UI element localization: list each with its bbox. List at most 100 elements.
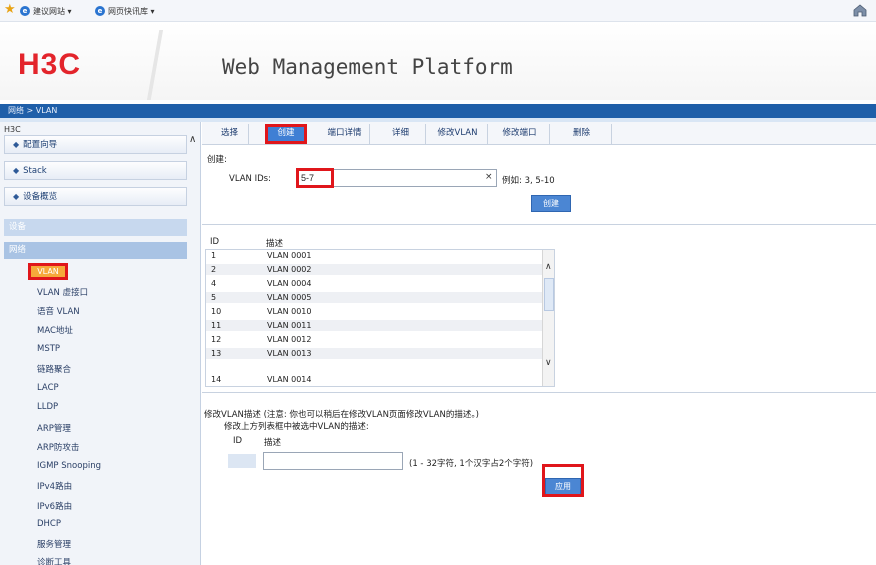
diamond-icon: ◆ [13, 192, 20, 201]
modify-description-title: 修改VLAN描述 (注意: 你也可以稍后在修改VLAN页面修改VLAN的描述。) [204, 410, 479, 420]
sidebar-item-vlan-interface[interactable]: VLAN 虚接口 [37, 286, 88, 298]
tab-modify-port[interactable]: 修改端口 [490, 124, 550, 144]
sidebar-item-mstp[interactable]: MSTP [37, 344, 60, 354]
list-item[interactable]: 13 VLAN 0013 [206, 348, 542, 359]
column-header-description: 描述 [266, 239, 284, 249]
scroll-up-icon[interactable]: ∧ [545, 262, 552, 272]
vlan-id: 12 [211, 335, 222, 344]
clear-input-icon[interactable]: × [485, 172, 493, 182]
header-decoration [140, 30, 170, 100]
vlan-list-scrollbar[interactable]: ∧ ∨ [542, 250, 554, 386]
sidebar-item-stack[interactable]: ◆ Stack [4, 161, 187, 180]
list-item[interactable]: 1 VLAN 0001 [206, 250, 542, 261]
sidebar-collapse-icon[interactable]: ∧ [189, 134, 196, 145]
create-button[interactable]: 创建 [531, 195, 571, 212]
sidebar: H3C ∧ ◆ 配置向导 ◆ Stack ◆ 设备概览 设备 网络 VLAN VLAN… [0, 122, 201, 565]
list-item[interactable]: 5 VLAN 0005 [206, 292, 542, 303]
sidebar-item-link-aggregation[interactable]: 链路聚合 [37, 363, 71, 375]
tab-port-detail[interactable]: 端口详情 [320, 124, 370, 144]
breadcrumb: 网络 > VLAN [8, 106, 58, 115]
h3c-logo: H3C [18, 48, 82, 81]
vlan-description: VLAN 0001 [267, 251, 312, 260]
favorites-bar: ★ e 建议网站 ▾ e 网页快讯库 ▾ [0, 0, 876, 22]
vlan-id: 10 [211, 307, 222, 316]
create-section-label: 创建: [207, 155, 227, 165]
sidebar-root-label: H3C [4, 125, 21, 134]
breadcrumb-bar: 网络 > VLAN [0, 104, 876, 118]
list-item[interactable]: 2 VLAN 0002 [206, 264, 542, 275]
sidebar-item-label: 配置向导 [23, 140, 58, 150]
vlan-id: 5 [211, 293, 217, 302]
sidebar-section-device[interactable]: 设备 [4, 219, 187, 236]
tab-modify-vlan[interactable]: 修改VLAN [428, 124, 488, 144]
list-item[interactable]: 10 VLAN 0010 [206, 306, 542, 317]
sidebar-item-diagnostics[interactable]: 诊断工具 [37, 556, 71, 565]
vlan-description: VLAN 0004 [267, 279, 312, 288]
list-item[interactable]: 12 VLAN 0012 [206, 334, 542, 345]
description-length-hint: (1 - 32字符, 1个汉字占2个字符) [409, 459, 534, 469]
vlan-id: 4 [211, 279, 217, 288]
sidebar-item-mac[interactable]: MAC地址 [37, 324, 73, 336]
vlan-id: 2 [211, 265, 217, 274]
sidebar-item-device-summary[interactable]: ◆ 设备概览 [4, 187, 187, 206]
sidebar-item-arp-attack[interactable]: ARP防攻击 [37, 441, 79, 453]
description-input[interactable] [263, 452, 403, 470]
vlan-id: 11 [211, 321, 222, 330]
sidebar-item-arp[interactable]: ARP管理 [37, 422, 71, 434]
sidebar-item-lacp[interactable]: LACP [37, 383, 59, 393]
section-divider [202, 224, 876, 225]
home-icon[interactable] [852, 4, 868, 17]
sidebar-item-label: Stack [23, 166, 47, 176]
favorite-web-slice-gallery[interactable]: e 网页快讯库 ▾ [95, 5, 155, 17]
list-item[interactable]: 4 VLAN 0004 [206, 278, 542, 289]
vlan-description: VLAN 0013 [267, 349, 312, 358]
vlan-description: VLAN 0014 [267, 375, 312, 384]
vlan-description: VLAN 0010 [267, 307, 312, 316]
sidebar-item-ipv6-route[interactable]: IPv6路由 [37, 500, 72, 512]
tab-select[interactable]: 选择 [211, 124, 249, 144]
vlan-ids-label: VLAN IDs: [229, 174, 271, 184]
sidebar-item-vlan[interactable]: VLAN [28, 263, 68, 280]
favorite-label: 建议网站 ▾ [33, 6, 72, 16]
app-header: H3C Web Management Platform [0, 22, 876, 100]
vlan-ids-input[interactable]: 5-7 [297, 169, 497, 187]
platform-title: Web Management Platform [222, 55, 513, 79]
vlan-description: VLAN 0002 [267, 265, 312, 274]
ie-page-icon: e [20, 6, 30, 16]
tab-bar: 选择 创建 端口详情 详细 修改VLAN 修改端口 删除 [202, 122, 876, 145]
main-panel: 选择 创建 端口详情 详细 修改VLAN 修改端口 删除 创建: VLAN ID… [202, 122, 876, 565]
sidebar-item-wizard[interactable]: ◆ 配置向导 [4, 135, 187, 154]
list-item[interactable]: 14 VLAN 0014 [206, 374, 542, 385]
scroll-thumb[interactable] [544, 278, 554, 311]
modify-column-id: ID [233, 436, 243, 446]
sidebar-section-network[interactable]: 网络 [4, 242, 187, 259]
column-header-id: ID [210, 237, 220, 247]
vlan-id: 14 [211, 375, 222, 384]
sidebar-item-label: 设备概览 [23, 192, 58, 202]
vlan-description: VLAN 0011 [267, 321, 312, 330]
scroll-down-icon[interactable]: ∨ [545, 358, 552, 368]
vlan-description: VLAN 0012 [267, 335, 312, 344]
tab-create[interactable]: 创建 [265, 124, 307, 144]
sidebar-item-igmp[interactable]: IGMP Snooping [37, 461, 101, 471]
sidebar-item-lldp[interactable]: LLDP [37, 402, 58, 412]
modify-column-description: 描述 [264, 438, 282, 448]
vlan-description: VLAN 0005 [267, 293, 312, 302]
ie-page-icon: e [95, 6, 105, 16]
favorite-label: 网页快讯库 ▾ [108, 6, 155, 16]
diamond-icon: ◆ [13, 140, 20, 149]
tab-detail[interactable]: 详细 [376, 124, 426, 144]
favorites-star-icon[interactable]: ★ [4, 3, 18, 17]
vlan-id: 1 [211, 251, 217, 260]
apply-button[interactable]: 应用 [545, 478, 581, 495]
selected-vlan-id-cell [228, 454, 256, 468]
tab-delete[interactable]: 删除 [552, 124, 612, 144]
sidebar-item-dhcp[interactable]: DHCP [37, 519, 61, 529]
list-item[interactable]: 11 VLAN 0011 [206, 320, 542, 331]
sidebar-item-voice-vlan[interactable]: 语音 VLAN [37, 305, 80, 317]
vlan-list[interactable]: 1 VLAN 0001 2 VLAN 0002 4 VLAN 0004 5 VLAN 0… [205, 249, 555, 387]
example-hint: 例如: 3, 5-10 [502, 176, 555, 186]
sidebar-item-ipv4-route[interactable]: IPv4路由 [37, 480, 72, 492]
sidebar-item-service[interactable]: 服务管理 [37, 538, 71, 550]
favorite-suggested-sites[interactable]: e 建议网站 ▾ [20, 5, 72, 17]
